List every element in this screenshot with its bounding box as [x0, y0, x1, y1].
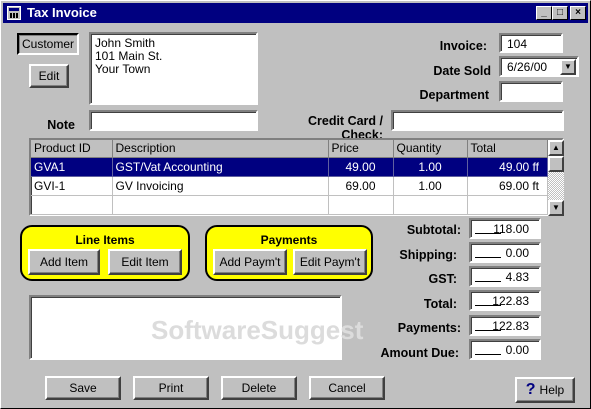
grid-header-row: Product ID Description Price Quantity To… — [31, 140, 548, 158]
note-field[interactable] — [89, 110, 258, 131]
invoice-label: Invoice: — [439, 39, 487, 53]
date-sold-value: 6/26/00 — [507, 60, 548, 74]
quantity-cell[interactable] — [393, 195, 468, 215]
close-button[interactable]: × — [570, 6, 586, 20]
line-items-table: Product ID Description Price Quantity To… — [31, 140, 548, 215]
column-header-price[interactable]: Price — [328, 140, 394, 158]
table-row[interactable] — [31, 195, 548, 215]
calculator-icon[interactable] — [7, 6, 21, 20]
tax-invoice-window: Tax Invoice _ □ × Customer Edit John Smi… — [0, 0, 591, 409]
product-id-cell[interactable] — [31, 195, 113, 215]
total-cell[interactable]: 69.00 ft — [467, 176, 548, 196]
amount-underline — [475, 330, 501, 331]
amount-underline — [475, 305, 501, 306]
payments-title: Payments — [260, 233, 318, 247]
customer-button[interactable]: Customer — [17, 33, 79, 55]
amount-due-label: Amount Due: — [380, 346, 459, 360]
gst-label: GST: — [428, 272, 457, 286]
amount-underline — [475, 257, 501, 258]
maximize-button[interactable]: □ — [552, 6, 568, 20]
amount-underline — [475, 233, 501, 234]
line-items-grid[interactable]: Product ID Description Price Quantity To… — [29, 138, 564, 216]
question-mark-icon: ? — [525, 381, 536, 398]
subtotal-label: Subtotal: — [406, 223, 461, 237]
table-row[interactable]: GVA1 GST/Vat Accounting 49.00 1.00 49.00… — [31, 157, 548, 177]
description-cell[interactable] — [112, 195, 329, 215]
amount-due-field[interactable]: 0.00 — [469, 339, 541, 360]
shipping-label: Shipping: — [399, 248, 457, 262]
department-label: Department — [419, 88, 489, 102]
amount-underline — [475, 281, 501, 282]
description-cell[interactable]: GST/Vat Accounting — [112, 157, 329, 177]
column-header-description[interactable]: Description — [112, 140, 329, 158]
minimize-button[interactable]: _ — [536, 6, 552, 20]
customer-address-box[interactable]: John Smith 101 Main St. Your Town — [89, 32, 258, 105]
scroll-thumb[interactable] — [548, 156, 564, 172]
description-cell[interactable]: GV Invoicing — [112, 176, 329, 196]
amount-due-value: 0.00 — [505, 343, 529, 357]
total-field[interactable]: 122.83 — [469, 290, 541, 311]
total-cell[interactable]: 49.00 ff — [467, 157, 548, 177]
line-items-title: Line Items — [75, 233, 135, 247]
amount-underline — [475, 354, 501, 355]
window-title: Tax Invoice — [27, 5, 97, 20]
date-sold-label: Date Sold — [433, 64, 491, 78]
chevron-down-icon[interactable]: ▼ — [560, 59, 576, 75]
line-items-panel: Line Items Add Item Edit Item — [20, 225, 190, 281]
column-header-total[interactable]: Total — [467, 140, 548, 158]
payments-total-field[interactable]: 122.83 — [469, 315, 541, 336]
quantity-cell[interactable]: 1.00 — [393, 157, 468, 177]
edit-customer-button[interactable]: Edit — [29, 64, 69, 88]
product-id-cell[interactable]: GVI-1 — [31, 176, 113, 196]
price-cell[interactable]: 49.00 — [328, 157, 394, 177]
grid-vertical-scrollbar[interactable]: ▲ ▼ — [548, 140, 564, 216]
save-button[interactable]: Save — [45, 376, 121, 400]
column-header-product-id[interactable]: Product ID — [31, 140, 113, 158]
scroll-up-icon[interactable]: ▲ — [548, 140, 564, 156]
quantity-cell[interactable]: 1.00 — [393, 176, 468, 196]
note-label: Note — [47, 118, 75, 132]
customer-address: John Smith 101 Main St. Your Town — [95, 37, 162, 76]
help-label: Help — [539, 383, 565, 397]
table-row[interactable]: GVI-1 GV Invoicing 69.00 1.00 69.00 ft — [31, 176, 548, 196]
cancel-button[interactable]: Cancel — [309, 376, 385, 400]
title-bar[interactable]: Tax Invoice _ □ × — [3, 3, 588, 23]
add-payment-button[interactable]: Add Paym't — [213, 249, 287, 275]
subtotal-field[interactable]: 118.00 — [469, 218, 541, 239]
help-button[interactable]: ? Help — [515, 377, 575, 403]
scroll-down-icon[interactable]: ▼ — [548, 200, 564, 216]
date-sold-dropdown[interactable]: 6/26/00 ▼ — [499, 56, 579, 77]
shipping-value: 0.00 — [505, 246, 529, 260]
gst-field[interactable]: 4.83 — [469, 266, 541, 287]
total-cell[interactable] — [467, 195, 548, 215]
print-button[interactable]: Print — [133, 376, 209, 400]
invoice-number-field[interactable]: 104 — [499, 33, 563, 53]
gst-value: 4.83 — [505, 270, 529, 284]
price-cell[interactable] — [328, 195, 394, 215]
address-line: Your Town — [95, 62, 151, 76]
watermark: SoftwareSuggest — [151, 315, 364, 345]
delete-button[interactable]: Delete — [221, 376, 297, 400]
credit-card-check-field[interactable] — [391, 110, 564, 131]
payments-panel: Payments Add Paym't Edit Paym't — [205, 225, 373, 281]
price-cell[interactable]: 69.00 — [328, 176, 394, 196]
add-item-button[interactable]: Add Item — [28, 249, 100, 275]
edit-item-button[interactable]: Edit Item — [108, 249, 182, 275]
payments-total-label: Payments: — [397, 321, 461, 335]
shipping-field[interactable]: 0.00 — [469, 242, 541, 263]
department-field[interactable] — [499, 81, 563, 102]
total-label: Total: — [423, 297, 457, 311]
column-header-quantity[interactable]: Quantity — [393, 140, 468, 158]
product-id-cell[interactable]: GVA1 — [31, 157, 113, 177]
edit-payment-button[interactable]: Edit Paym't — [293, 249, 367, 275]
